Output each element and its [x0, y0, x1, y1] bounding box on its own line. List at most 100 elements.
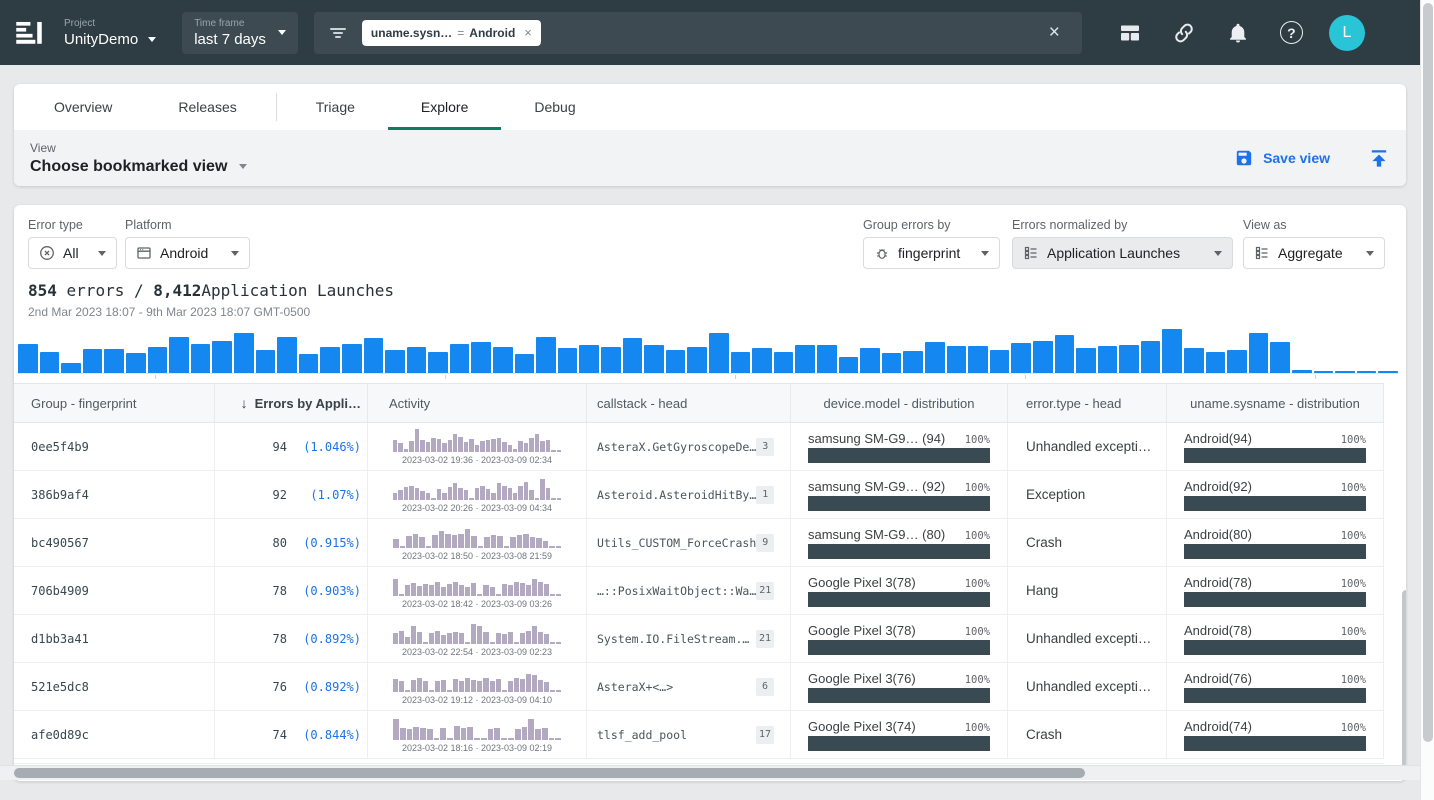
histogram-bar[interactable]	[385, 350, 405, 373]
platform-select[interactable]: Android	[125, 237, 250, 269]
histogram-bar[interactable]	[61, 363, 81, 373]
histogram-bar[interactable]	[428, 352, 448, 373]
histogram-bar[interactable]	[1162, 329, 1182, 373]
filter-chip[interactable]: uname.sysn… = Android ×	[362, 20, 541, 46]
help-icon[interactable]: ?	[1280, 21, 1303, 44]
histogram-bar[interactable]	[234, 333, 254, 373]
histogram-bar[interactable]	[320, 347, 340, 373]
histogram-bar[interactable]	[342, 344, 362, 373]
page-scrollbar-thumb[interactable]	[1423, 3, 1433, 742]
scroll-to-top-icon[interactable]	[1368, 147, 1390, 169]
histogram-bar[interactable]	[364, 338, 384, 373]
histogram-bar[interactable]	[148, 347, 168, 373]
fingerprint-cell[interactable]: afe0d89c	[31, 728, 89, 742]
histogram-bar[interactable]	[903, 351, 923, 373]
fingerprint-cell[interactable]: bc490567	[31, 536, 89, 550]
filter-bar[interactable]: uname.sysn… = Android × ×	[314, 12, 1082, 54]
histogram-bar[interactable]	[83, 349, 103, 373]
histogram-bar[interactable]	[450, 344, 470, 373]
group-by-select[interactable]: fingerprint	[863, 237, 1000, 269]
horizontal-scrollbar[interactable]	[0, 765, 1420, 780]
column-header-errors[interactable]: ↓ Errors by Appli…	[215, 384, 368, 422]
table-row[interactable]: 386b9af4 92 (1.07%) 2023-03-02 20:26 · 2…	[14, 471, 1384, 519]
histogram-bar[interactable]	[925, 342, 945, 374]
link-icon[interactable]	[1172, 21, 1196, 45]
fingerprint-cell[interactable]: 0ee5f4b9	[31, 440, 89, 454]
histogram-bar[interactable]	[752, 348, 772, 373]
column-header-fingerprint[interactable]: Group - fingerprint	[14, 384, 215, 422]
histogram-bar[interactable]	[1249, 333, 1269, 373]
histogram-bar[interactable]	[579, 345, 599, 373]
histogram-bar[interactable]	[795, 345, 815, 373]
save-view-button[interactable]: Save view	[1235, 149, 1330, 167]
histogram-bar[interactable]	[1357, 371, 1377, 373]
tab-releases[interactable]: Releases	[145, 84, 269, 130]
tab-triage[interactable]: Triage	[283, 84, 388, 130]
histogram-bar[interactable]	[947, 346, 967, 373]
tab-debug[interactable]: Debug	[501, 84, 608, 130]
histogram-bar[interactable]	[1011, 343, 1031, 373]
notifications-bell-icon[interactable]	[1226, 21, 1250, 45]
histogram-bar[interactable]	[839, 357, 859, 373]
histogram-bar[interactable]	[1055, 335, 1075, 373]
table-row[interactable]: afe0d89c 74 (0.844%) 2023-03-02 18:16 · …	[14, 711, 1384, 759]
histogram-bar[interactable]	[104, 349, 124, 373]
fingerprint-cell[interactable]: d1bb3a41	[31, 632, 89, 646]
histogram-bar[interactable]	[968, 346, 988, 373]
table-row[interactable]: bc490567 80 (0.915%) 2023-03-02 18:50 · …	[14, 519, 1384, 567]
histogram-bar[interactable]	[1292, 370, 1312, 373]
histogram-bar[interactable]	[666, 350, 686, 373]
histogram-bar[interactable]	[299, 354, 319, 373]
histogram-bar[interactable]	[1076, 348, 1096, 373]
backtrace-logo-icon[interactable]	[12, 16, 46, 50]
bookmarked-view-selector[interactable]: View Choose bookmarked view	[30, 141, 247, 176]
histogram-bar[interactable]	[731, 352, 751, 373]
tab-explore[interactable]: Explore	[388, 84, 501, 130]
histogram-bar[interactable]	[1206, 352, 1226, 373]
histogram-bar[interactable]	[623, 338, 643, 373]
histogram-bar[interactable]	[1184, 348, 1204, 373]
histogram-bar[interactable]	[471, 342, 491, 374]
histogram-bar[interactable]	[40, 352, 60, 373]
histogram-bar[interactable]	[709, 333, 729, 373]
column-header-device-model[interactable]: device.model - distribution	[791, 384, 1008, 422]
histogram-bar[interactable]	[1227, 350, 1247, 373]
page-scrollbar[interactable]	[1420, 0, 1434, 800]
histogram-bar[interactable]	[882, 353, 902, 373]
table-scrollbar[interactable]	[1402, 590, 1406, 781]
fingerprint-cell[interactable]: 706b4909	[31, 584, 89, 598]
table-scrollbar-thumb[interactable]	[1402, 590, 1406, 781]
histogram-bar[interactable]	[1378, 371, 1398, 373]
histogram-bar[interactable]	[1270, 342, 1290, 374]
histogram-bar[interactable]	[126, 353, 146, 373]
histogram-bar[interactable]	[1033, 341, 1053, 373]
histogram-bar[interactable]	[601, 347, 621, 373]
histogram-bar[interactable]	[212, 341, 232, 373]
histogram-bar[interactable]	[1119, 345, 1139, 373]
column-header-uname[interactable]: uname.sysname - distribution	[1167, 384, 1384, 422]
histogram-bar[interactable]	[990, 350, 1010, 373]
horizontal-scrollbar-thumb[interactable]	[14, 768, 1085, 778]
project-selector[interactable]: Project UnityDemo	[64, 18, 156, 48]
histogram-bar[interactable]	[1314, 371, 1334, 373]
histogram-bar[interactable]	[558, 348, 578, 373]
table-row[interactable]: 0ee5f4b9 94 (1.046%) 2023-03-02 19:36 · …	[14, 423, 1384, 471]
histogram-bar[interactable]	[515, 354, 535, 373]
layout-dashboard-icon[interactable]	[1118, 21, 1142, 45]
histogram-bar[interactable]	[277, 337, 297, 373]
histogram-bar[interactable]	[860, 348, 880, 373]
fingerprint-cell[interactable]: 386b9af4	[31, 488, 89, 502]
avatar[interactable]: L	[1329, 15, 1365, 51]
histogram-bar[interactable]	[817, 345, 837, 373]
histogram-bar[interactable]	[169, 337, 189, 373]
histogram-bar[interactable]	[1141, 341, 1161, 373]
column-header-activity[interactable]: Activity	[368, 384, 587, 422]
table-row[interactable]: d1bb3a41 78 (0.892%) 2023-03-02 22:54 · …	[14, 615, 1384, 663]
table-row[interactable]: 706b4909 78 (0.903%) 2023-03-02 18:42 · …	[14, 567, 1384, 615]
histogram-bar[interactable]	[644, 345, 664, 373]
tab-overview[interactable]: Overview	[21, 84, 145, 130]
histogram-bar[interactable]	[407, 347, 427, 373]
histogram-bar[interactable]	[1098, 346, 1118, 373]
timeframe-selector[interactable]: Time frame last 7 days	[182, 12, 298, 54]
column-header-error-type[interactable]: error.type - head	[1008, 384, 1167, 422]
